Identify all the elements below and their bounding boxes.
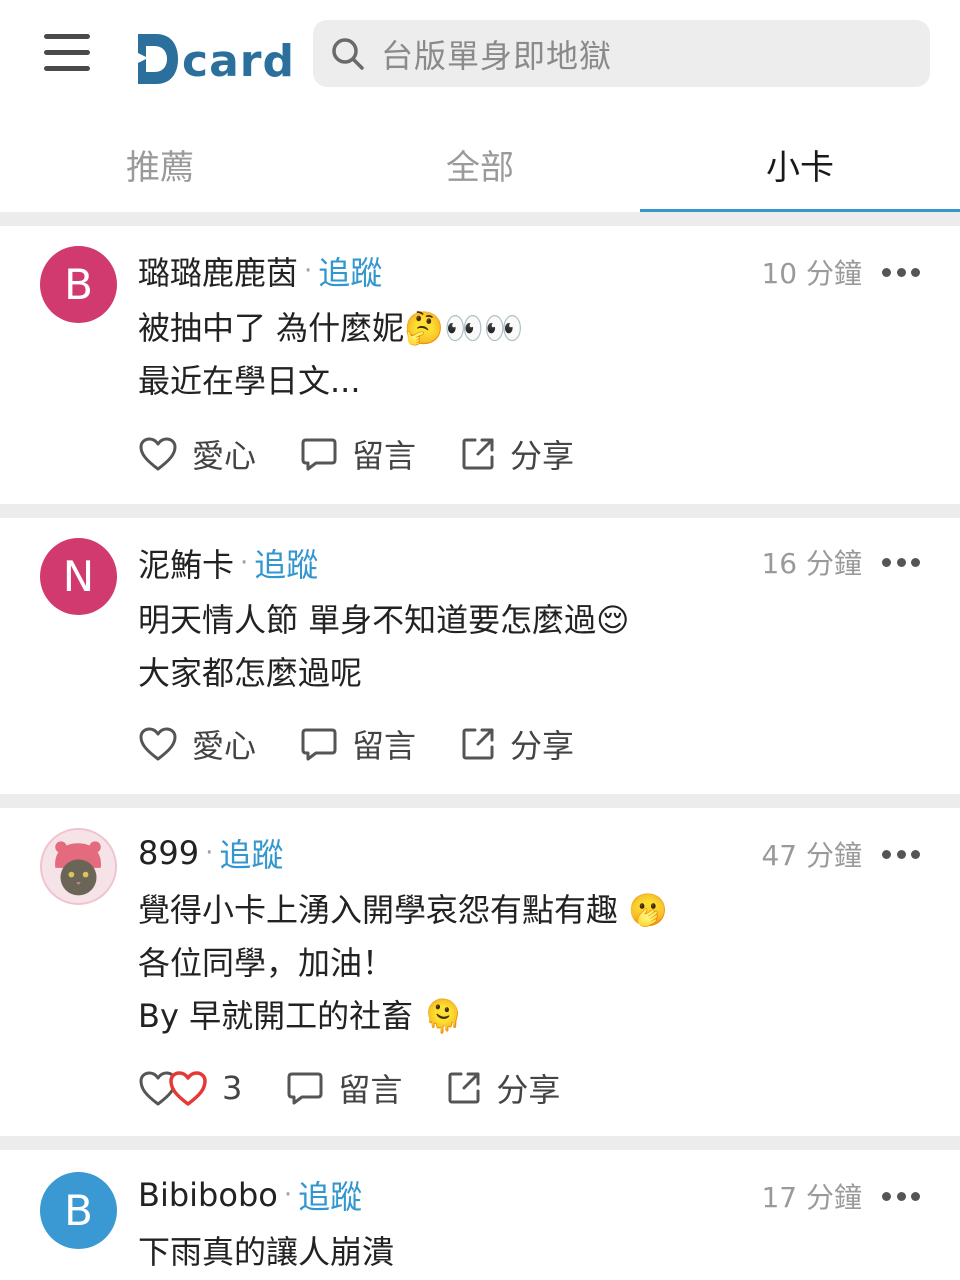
comment-label: 留言 [338,1071,403,1109]
share-button[interactable]: 分享 [446,1065,560,1111]
follow-button[interactable]: 追蹤 [219,830,283,876]
post-text-line: 被抽中了 為什麼妮🤔👀👀 [138,309,524,347]
separator-dot: · [283,1180,293,1210]
search-bar[interactable]: 台版單身即地獄 [313,20,930,87]
share-icon [462,728,494,760]
post-content[interactable]: 下雨真的讓人崩潰 [138,1226,920,1279]
author-name[interactable]: 泥鮪卡 [138,540,234,586]
search-icon [332,37,364,70]
comment-bubble-icon [287,1072,323,1105]
dcard-logo-mark-icon [136,34,178,84]
comment-bubble-icon [301,728,337,761]
comment-bubble-icon [301,438,337,471]
separator-dot: · [304,256,313,286]
post-text-line: 覺得小卡上湧入開學哀怨有點有趣 🫢 [138,891,669,929]
avatar[interactable]: N [40,538,117,615]
post-card[interactable]: 899 · 追蹤 47 分鐘 覺得小卡上湧入開學哀怨有點有趣 🫢 各位同學，加油… [0,808,960,1136]
share-label: 分享 [510,437,575,475]
heart-icon [139,727,177,761]
post-time: 47 分鐘 [761,839,862,872]
share-icon [462,438,494,470]
divider [0,212,960,226]
author-name[interactable]: 璐璐鹿鹿茵 [138,248,298,294]
share-icon [448,1072,480,1104]
top-bar: card 台版單身即地獄 [0,0,960,110]
divider [0,1136,960,1150]
tab-recommended[interactable]: 推薦 [0,118,320,210]
post-time: 17 分鐘 [761,1181,862,1214]
hamburger-menu-icon[interactable] [44,32,92,72]
more-options-icon[interactable] [882,848,920,860]
comment-button[interactable]: 留言 [300,431,416,477]
divider [0,794,960,808]
post-time: 16 分鐘 [761,547,862,580]
more-options-icon[interactable] [882,266,920,278]
search-input[interactable]: 台版單身即地獄 [381,31,612,77]
share-label: 分享 [496,1071,561,1109]
tab-all[interactable]: 全部 [320,118,640,210]
avatar[interactable]: B [40,246,117,323]
heart-icon [139,437,177,471]
like-label: 愛心 [192,437,257,475]
post-text-line: 最近在學日文... [138,362,361,400]
comment-label: 留言 [352,437,417,475]
cat-avatar-icon [42,830,115,903]
separator-dot: · [205,838,214,868]
like-label: 愛心 [192,727,257,765]
more-options-icon[interactable] [882,556,920,568]
post-card[interactable]: B 璐璐鹿鹿茵 · 追蹤 10 分鐘 被抽中了 為什麼妮🤔👀👀 最近在學日文..… [0,226,960,504]
logo-text: card [182,36,295,87]
post-text-line: 下雨真的讓人崩潰 [138,1233,395,1271]
share-button[interactable]: 分享 [460,431,574,477]
post-text-line: 明天情人節 單身不知道要怎麼過😌 [138,601,630,639]
follow-button[interactable]: 追蹤 [318,248,382,294]
feed-tabs: 推薦 全部 小卡 [0,118,960,214]
share-label: 分享 [510,727,575,765]
follow-button[interactable]: 追蹤 [254,540,318,586]
post-content[interactable]: 明天情人節 單身不知道要怎麼過😌 大家都怎麼過呢 [138,594,920,700]
post-content[interactable]: 覺得小卡上湧入開學哀怨有點有趣 🫢 各位同學，加油！ By 早就開工的社畜 🫠 [138,884,920,1043]
tab-cards[interactable]: 小卡 [640,118,960,210]
dcard-logo[interactable]: card [134,26,295,86]
more-options-icon[interactable] [882,1190,920,1202]
share-button[interactable]: 分享 [460,721,574,767]
avatar[interactable]: B [40,1172,117,1249]
comment-button[interactable]: 留言 [300,721,416,767]
like-button[interactable]: 愛心 [138,721,256,767]
divider [0,504,960,518]
reaction-count: 3 [222,1069,243,1107]
post-text-line: By 早就開工的社畜 🫠 [138,997,464,1035]
separator-dot: · [240,548,249,578]
comment-button[interactable]: 留言 [286,1065,402,1111]
heart-reaction-icon [139,1071,207,1106]
follow-button[interactable]: 追蹤 [298,1172,362,1218]
author-name[interactable]: Bibibobo [138,1176,278,1214]
author-name[interactable]: 899 [138,834,199,872]
like-button[interactable]: 愛心 [138,431,256,477]
post-text-line: 各位同學，加油！ [138,944,395,982]
post-text-line: 大家都怎麼過呢 [138,654,363,692]
post-card[interactable]: N 泥鮪卡 · 追蹤 16 分鐘 明天情人節 單身不知道要怎麼過😌 大家都怎麼過… [0,518,960,794]
post-content[interactable]: 被抽中了 為什麼妮🤔👀👀 最近在學日文... [138,302,920,408]
post-time: 10 分鐘 [761,257,862,290]
avatar[interactable] [40,828,117,905]
reactions-button[interactable]: 3 [138,1069,242,1107]
post-card[interactable]: B Bibibobo · 追蹤 17 分鐘 下雨真的讓人崩潰 [0,1150,960,1280]
comment-label: 留言 [352,727,417,765]
